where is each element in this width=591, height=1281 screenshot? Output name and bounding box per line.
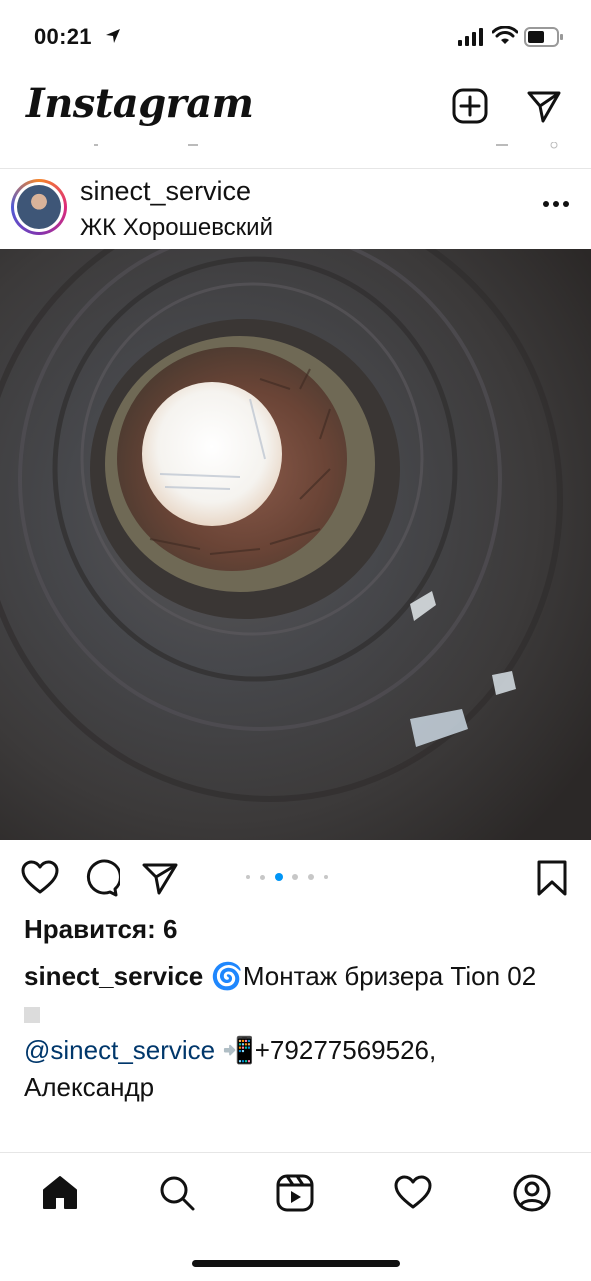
like-heart-icon[interactable]: [20, 858, 60, 898]
search-icon[interactable]: [157, 1173, 197, 1213]
carousel-dot: [308, 874, 314, 880]
story-strip-fragment: [94, 144, 198, 146]
battery-icon: [524, 27, 563, 47]
paper-plane-icon: [527, 91, 561, 123]
app-header: Instagram: [0, 72, 591, 169]
home-indicator[interactable]: [192, 1260, 400, 1267]
status-time: 00:21: [34, 24, 92, 49]
carousel-dot: [246, 875, 250, 879]
post-caption: sinect_service 🌀Монтаж бризера Tion 02 @…: [24, 958, 569, 1106]
wifi-icon: [492, 26, 518, 44]
phone-emoji: 📲: [222, 1035, 255, 1065]
placeholder-square-glyph: [24, 1007, 40, 1024]
plus-square-icon: [452, 88, 488, 124]
story-strip-fragment: [496, 142, 558, 149]
comment-bubble-icon[interactable]: [80, 858, 120, 898]
post-actions: [0, 850, 591, 906]
carousel-dot: [292, 874, 298, 880]
carousel-dot: [260, 874, 265, 880]
post-image[interactable]: [0, 249, 591, 840]
more-options-icon[interactable]: [538, 194, 574, 214]
profile-icon[interactable]: [512, 1173, 552, 1213]
avatar[interactable]: [11, 179, 67, 235]
avatar-image: [17, 185, 61, 229]
status-bar: 00:21: [0, 0, 591, 72]
likes-count[interactable]: Нравится: 6: [24, 914, 177, 945]
share-paper-plane-icon[interactable]: [140, 858, 180, 898]
post-header: sinect_service ЖК Хорошевский: [0, 168, 591, 248]
caption-mention-link[interactable]: @sinect_service: [24, 1035, 215, 1065]
post-username[interactable]: sinect_service: [80, 176, 251, 207]
caption-username[interactable]: sinect_service: [24, 961, 203, 991]
caption-text: Монтаж бризера Tion 02: [242, 961, 537, 991]
chimney-photo-illustration: [0, 249, 591, 840]
save-bookmark-icon[interactable]: [532, 858, 572, 898]
cellular-signal-icon: [458, 28, 483, 46]
cyclone-emoji: 🌀: [210, 961, 243, 991]
home-icon[interactable]: [40, 1173, 80, 1213]
activity-heart-icon[interactable]: [393, 1173, 433, 1213]
post-location[interactable]: ЖК Хорошевский: [80, 214, 273, 242]
new-post-button[interactable]: [450, 86, 490, 126]
location-arrow-icon: [106, 29, 120, 43]
carousel-dot-active: [275, 873, 283, 881]
instagram-logo[interactable]: Instagram: [26, 80, 254, 127]
reels-icon[interactable]: [275, 1173, 315, 1213]
direct-messages-button[interactable]: [524, 86, 564, 126]
carousel-dot: [324, 875, 328, 879]
